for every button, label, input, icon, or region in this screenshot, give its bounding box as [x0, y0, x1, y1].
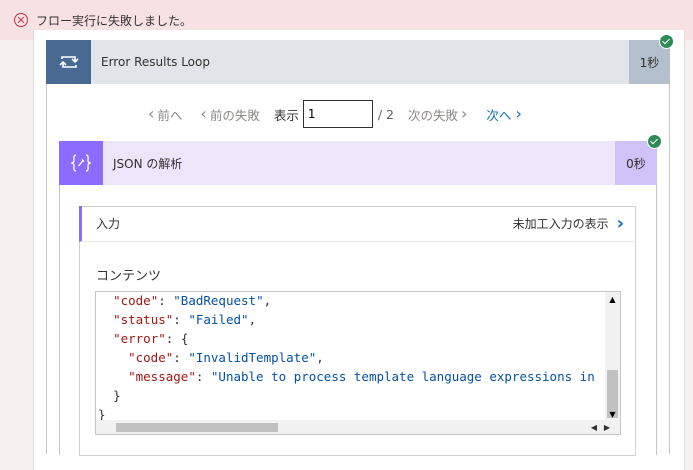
next-button[interactable]: 次へ › [486, 105, 521, 124]
prev-label: 前へ [157, 107, 183, 123]
iteration-pager: ‹ 前へ ‹ 前の失敗 表示 / 2 次の失敗 › 次へ › [148, 100, 522, 128]
code-line: "error": { [96, 329, 606, 348]
error-circle-icon [14, 13, 28, 27]
next-label: 次へ [486, 107, 512, 123]
scroll-right-icon[interactable]: ▶ [601, 420, 613, 434]
code-key: "code" [128, 350, 174, 365]
code-tail: , [248, 312, 257, 327]
chevron-left-icon: ‹ [200, 104, 207, 123]
code-value: "BadRequest" [173, 293, 264, 308]
show-raw-inputs-link[interactable]: 未加工入力の表示 › [512, 212, 624, 234]
code-tail: } [98, 407, 106, 421]
code-key: "status" [113, 312, 174, 327]
scroll-up-icon[interactable]: ▲ [605, 292, 620, 306]
code-sep: : [195, 369, 211, 384]
code-key: "error" [113, 331, 166, 346]
code-line: "message": "Unable to process template l… [96, 367, 606, 386]
code-line: } [96, 386, 606, 405]
inputs-label: 入力 [96, 217, 121, 231]
action-title: JSON の解析 [113, 156, 183, 171]
next-failed-button[interactable]: 次の失敗 › [408, 105, 470, 124]
chevron-right-icon: › [461, 104, 468, 123]
code-line: } [96, 405, 606, 421]
raw-link-label: 未加工入力の表示 [512, 217, 609, 231]
code-line: "code": "BadRequest", [96, 292, 606, 310]
code-value: "Unable to process template language exp… [210, 369, 595, 384]
chevron-right-icon: › [616, 212, 624, 234]
chevron-right-icon: › [515, 104, 522, 123]
code-key: "code" [113, 293, 159, 308]
loop-title: Error Results Loop [101, 55, 210, 69]
loop-action-header[interactable]: Error Results Loop 1秒 [46, 40, 670, 84]
vertical-scrollbar[interactable]: ▲ ▼ [605, 292, 620, 420]
code-key: "message" [128, 369, 196, 384]
code-tail: , [316, 350, 324, 365]
parse-json-action-header[interactable]: JSON の解析 0秒 [59, 141, 657, 185]
code-tail: , [263, 293, 272, 308]
code-line: "code": "InvalidTemplate", [96, 348, 606, 367]
loop-icon-tile [46, 40, 91, 84]
chevron-left-icon: ‹ [148, 104, 155, 123]
inputs-header[interactable]: 入力 未加工入力の表示 › [79, 206, 636, 242]
scroll-left-icon[interactable]: ◀ [588, 420, 600, 434]
code-value: "Failed" [188, 312, 249, 327]
next-failed-label: 次の失敗 [408, 107, 459, 123]
page-total: / 2 [377, 106, 394, 122]
prev-failed-label: 前の失敗 [209, 107, 260, 123]
error-message: フロー実行に失敗しました。 [36, 13, 193, 28]
checkmark-icon [647, 134, 662, 149]
code-sep: : [173, 350, 189, 365]
horizontal-scrollbar[interactable]: ◀ ▶ [96, 420, 620, 434]
json-icon-tile [59, 141, 103, 185]
code-sep: : [165, 331, 181, 346]
json-braces-icon [70, 154, 92, 172]
code-text: "code": "BadRequest", "status": "Failed"… [96, 292, 606, 421]
code-line: "status": "Failed", [96, 310, 606, 329]
scroll-down-icon[interactable]: ▼ [605, 407, 620, 421]
code-tail: { [180, 331, 189, 346]
horizontal-scroll-thumb[interactable] [116, 423, 278, 432]
page-number-input[interactable] [302, 100, 373, 128]
code-sep: : [173, 312, 189, 327]
loop-icon [58, 56, 79, 68]
show-label: 表示 [273, 107, 299, 123]
prev-failed-button[interactable]: ‹ 前の失敗 [200, 105, 259, 124]
code-sep: : [158, 293, 174, 308]
code-value: "InvalidTemplate" [188, 350, 317, 365]
prev-button[interactable]: ‹ 前へ [148, 105, 182, 124]
json-content-viewer[interactable]: "code": "BadRequest", "status": "Failed"… [95, 291, 621, 435]
checkmark-icon [659, 34, 674, 49]
contents-label: コンテンツ [96, 269, 162, 284]
code-tail: } [113, 388, 121, 403]
